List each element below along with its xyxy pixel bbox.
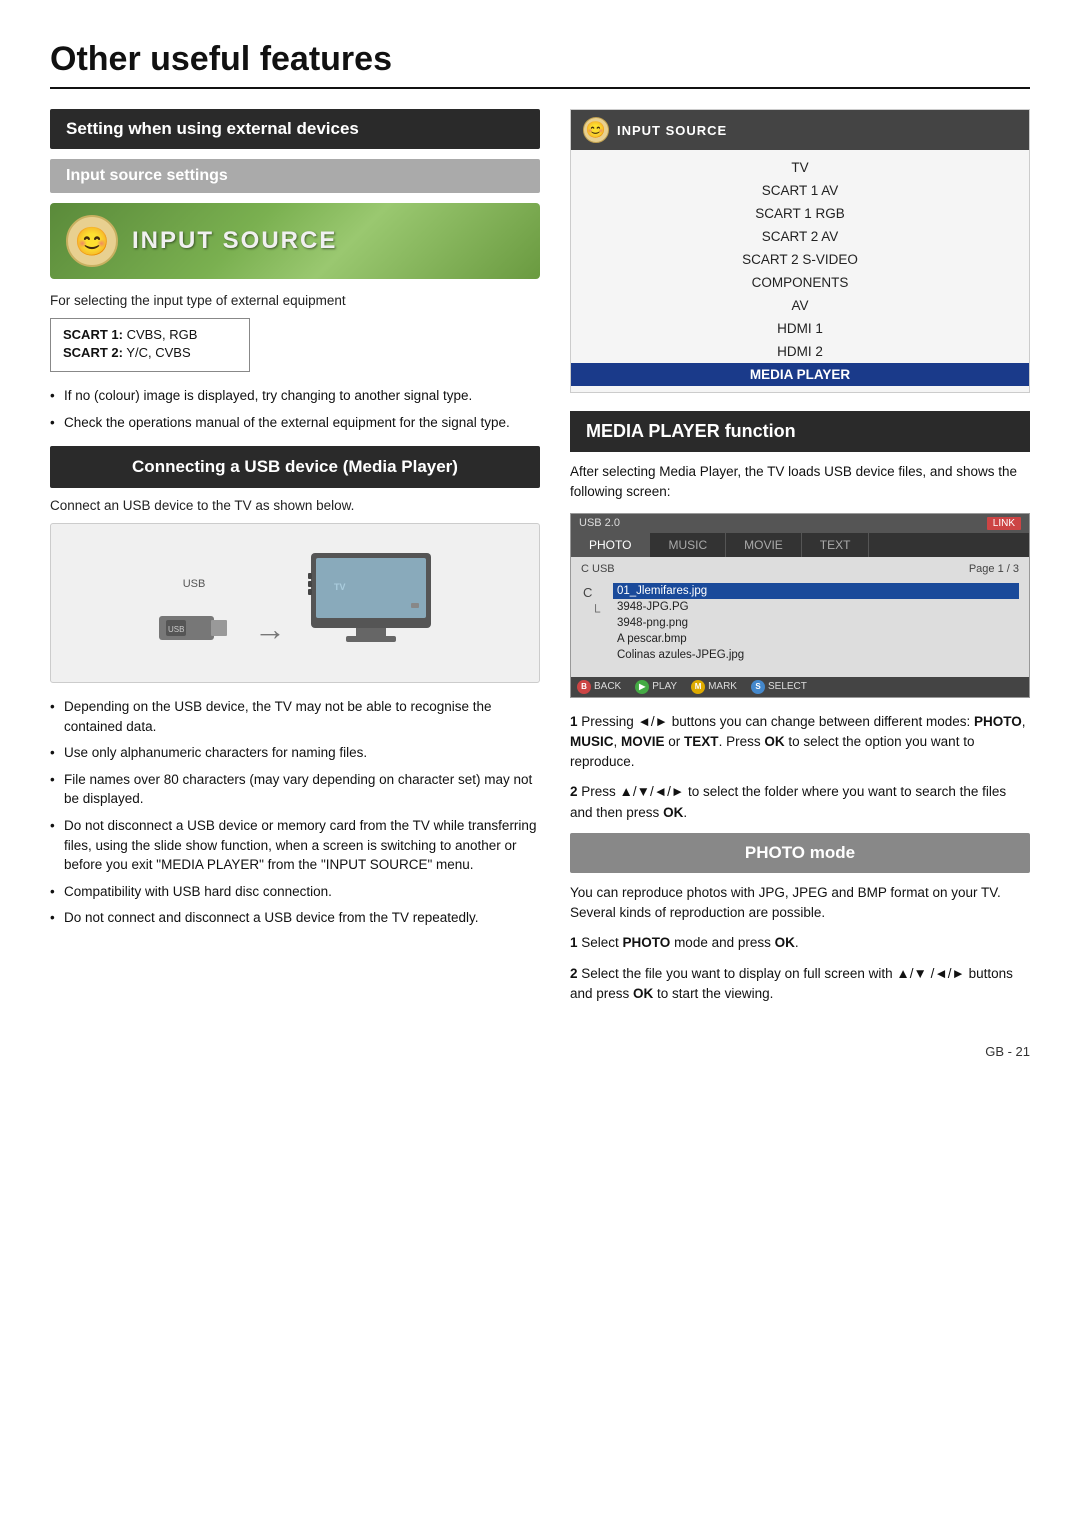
scart1-info: SCART 1: CVBS, RGB bbox=[63, 327, 237, 342]
mp-btn-mark-label: MARK bbox=[708, 681, 737, 692]
menu-item-components: COMPONENTS bbox=[571, 271, 1029, 294]
input-source-menu: 😊 INPUT SOURCE TV SCART 1 AV SCART 1 RGB… bbox=[570, 109, 1030, 393]
input-source-banner-label: INPUT SOURCE bbox=[132, 227, 337, 255]
media-player-screen: USB 2.0 LINK PHOTO MUSIC MOVIE TEXT C US… bbox=[570, 513, 1030, 698]
section-header-external-devices: Setting when using external devices bbox=[50, 109, 540, 149]
mp-btn-select-circle: S bbox=[751, 680, 765, 694]
svg-text:USB: USB bbox=[168, 625, 184, 634]
mp-file-1: 01_Jlemifares.jpg bbox=[613, 583, 1019, 599]
svg-text:TV: TV bbox=[334, 582, 346, 592]
menu-item-tv: TV bbox=[571, 156, 1029, 179]
menu-smiley-icon: 😊 bbox=[583, 117, 609, 143]
menu-item-scart1rgb: SCART 1 RGB bbox=[571, 202, 1029, 225]
mp-folder-col: C └ bbox=[581, 583, 605, 663]
mp-file-list: 01_Jlemifares.jpg 3948-JPG.PG 3948-png.p… bbox=[613, 583, 1019, 663]
usb-bullet-1: Depending on the USB device, the TV may … bbox=[50, 697, 540, 736]
usb-bullet-6: Do not connect and disconnect a USB devi… bbox=[50, 908, 540, 928]
usb-bullets: Depending on the USB device, the TV may … bbox=[50, 697, 540, 928]
media-player-header: MEDIA PLAYER function bbox=[570, 411, 1030, 452]
input-source-banner: 😊 INPUT SOURCE bbox=[50, 203, 540, 279]
usb-bullet-2: Use only alphanumeric characters for nam… bbox=[50, 743, 540, 763]
mp-btn-play-circle: ▶ bbox=[635, 680, 649, 694]
photo-mode-description: You can reproduce photos with JPG, JPEG … bbox=[570, 883, 1030, 924]
media-player-text2: 2 Press ▲/▼/◄/► to select the folder whe… bbox=[570, 782, 1030, 823]
mp-btn-back-circle: B bbox=[577, 680, 591, 694]
tv-svg: TV bbox=[306, 548, 436, 658]
mp-btn-select: S SELECT bbox=[751, 680, 807, 694]
tv-diagram-group: TV bbox=[306, 548, 436, 658]
bullet-item: If no (colour) image is displayed, try c… bbox=[50, 386, 540, 406]
mp-bottombar: B BACK ▶ PLAY M MARK S SELECT bbox=[571, 677, 1029, 697]
usb-label: USB bbox=[183, 578, 206, 590]
mp-content: C USB Page 1 / 3 C └ 01_Jlemifares.jpg 3… bbox=[571, 557, 1029, 677]
mp-file-3: 3948-png.png bbox=[613, 615, 1019, 631]
page-number: GB - 21 bbox=[50, 1044, 1030, 1059]
usb-bullet-3: File names over 80 characters (may vary … bbox=[50, 770, 540, 809]
bullet-item: Check the operations manual of the exter… bbox=[50, 413, 540, 433]
mp-btn-mark-circle: M bbox=[691, 680, 705, 694]
mp-tabs: PHOTO MUSIC MOVIE TEXT bbox=[571, 533, 1029, 557]
menu-item-mediaplayer: MEDIA PLAYER bbox=[571, 363, 1029, 386]
smiley-icon: 😊 bbox=[66, 215, 118, 267]
usb-bullet-4: Do not disconnect a USB device or memory… bbox=[50, 816, 540, 875]
menu-item-hdmi2: HDMI 2 bbox=[571, 340, 1029, 363]
mp-topbar-link: LINK bbox=[987, 517, 1021, 530]
section-header-input-source: Input source settings bbox=[50, 159, 540, 193]
step2-num: 2 bbox=[570, 784, 578, 799]
mp-topbar-usb: USB 2.0 bbox=[579, 517, 620, 529]
menu-item-av: AV bbox=[571, 294, 1029, 317]
usb-connection-diagram: USB USB → bbox=[50, 523, 540, 683]
input-source-bullets: If no (colour) image is displayed, try c… bbox=[50, 386, 540, 432]
page-title: Other useful features bbox=[50, 40, 1030, 89]
menu-item-scart1av: SCART 1 AV bbox=[571, 179, 1029, 202]
right-column: 😊 INPUT SOURCE TV SCART 1 AV SCART 1 RGB… bbox=[570, 109, 1030, 1014]
menu-item-scart2av: SCART 2 AV bbox=[571, 225, 1029, 248]
mp-tab-text: TEXT bbox=[802, 533, 870, 557]
menu-items-list: TV SCART 1 AV SCART 1 RGB SCART 2 AV SCA… bbox=[571, 150, 1029, 392]
mp-file-4: A pescar.bmp bbox=[613, 631, 1019, 647]
mp-tab-movie: MOVIE bbox=[726, 533, 802, 557]
mp-btn-mark: M MARK bbox=[691, 680, 737, 694]
scart-info-box: SCART 1: CVBS, RGB SCART 2: Y/C, CVBS bbox=[50, 318, 250, 372]
mp-btn-back: B BACK bbox=[577, 680, 621, 694]
mp-folder-sub: └ bbox=[589, 602, 605, 621]
mp-file-2: 3948-JPG.PG bbox=[613, 599, 1019, 615]
photo-mode-header: PHOTO mode bbox=[570, 833, 1030, 873]
input-source-description: For selecting the input type of external… bbox=[50, 293, 540, 308]
mp-tab-music: MUSIC bbox=[650, 533, 726, 557]
menu-header: 😊 INPUT SOURCE bbox=[571, 110, 1029, 150]
photo-mode-step2: 2 Select the file you want to display on… bbox=[570, 964, 1030, 1005]
menu-item-scart2svideo: SCART 2 S-VIDEO bbox=[571, 248, 1029, 271]
section-header-usb: Connecting a USB device (Media Player) bbox=[50, 446, 540, 488]
scart2-info: SCART 2: Y/C, CVBS bbox=[63, 345, 237, 360]
media-player-description: After selecting Media Player, the TV loa… bbox=[570, 462, 1030, 503]
usb-tv-illustration: USB USB → bbox=[154, 548, 436, 658]
media-player-text1: 1 Pressing ◄/► buttons you can change be… bbox=[570, 712, 1030, 773]
mp-btn-back-label: BACK bbox=[594, 681, 621, 692]
usb-description: Connect an USB device to the TV as shown… bbox=[50, 498, 540, 513]
mp-btn-play: ▶ PLAY bbox=[635, 680, 677, 694]
usb-device-group: USB USB bbox=[154, 578, 234, 658]
usb-stick-svg: USB bbox=[154, 598, 234, 658]
left-column: Setting when using external devices Inpu… bbox=[50, 109, 540, 1014]
arrow-icon: → bbox=[254, 611, 286, 648]
mp-btn-play-label: PLAY bbox=[652, 681, 677, 692]
menu-header-label: INPUT SOURCE bbox=[617, 123, 727, 138]
mp-path: C USB bbox=[581, 563, 615, 575]
mp-folder-c: C bbox=[581, 583, 605, 602]
photo-mode-step1: 1 Select PHOTO mode and press OK. bbox=[570, 933, 1030, 953]
mp-tab-photo: PHOTO bbox=[571, 533, 650, 557]
usb-bullet-5: Compatibility with USB hard disc connect… bbox=[50, 882, 540, 902]
mp-file-5: Colinas azules-JPEG.jpg bbox=[613, 647, 1019, 663]
mp-topbar: USB 2.0 LINK bbox=[571, 514, 1029, 533]
mp-btn-select-label: SELECT bbox=[768, 681, 807, 692]
step1-num: 1 bbox=[570, 714, 578, 729]
menu-item-hdmi1: HDMI 1 bbox=[571, 317, 1029, 340]
mp-page-info: Page 1 / 3 bbox=[969, 563, 1019, 579]
